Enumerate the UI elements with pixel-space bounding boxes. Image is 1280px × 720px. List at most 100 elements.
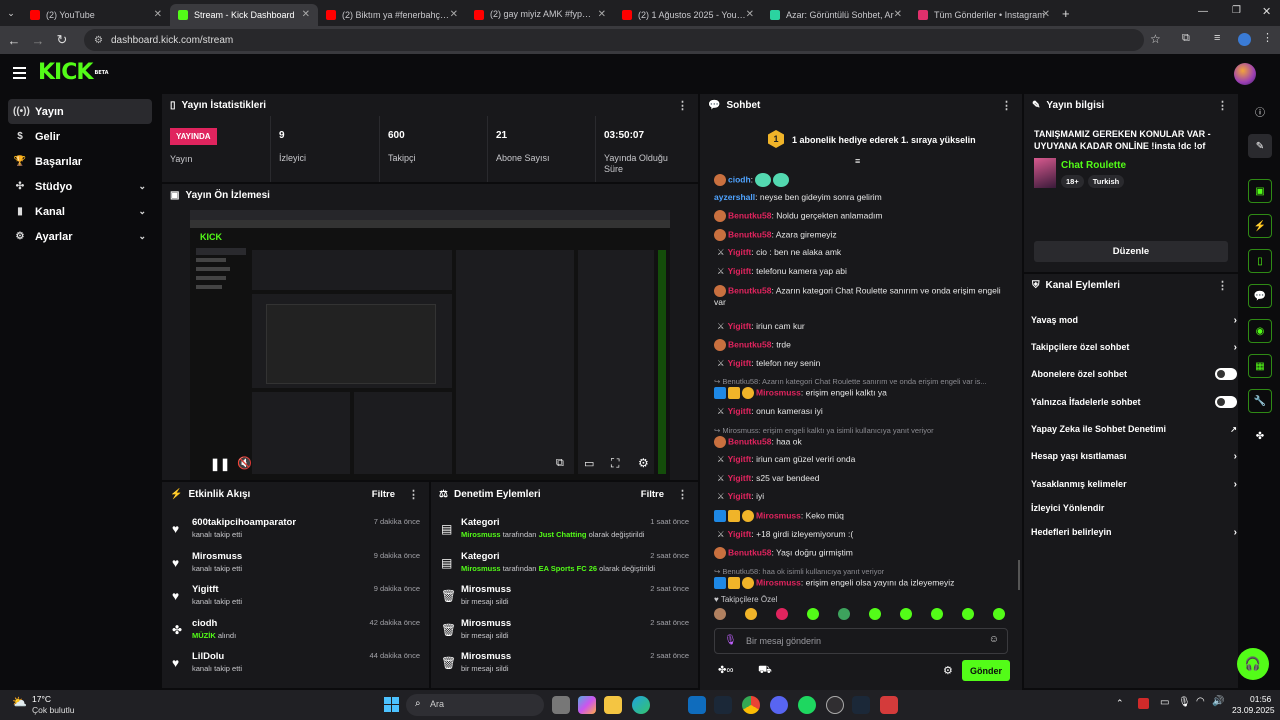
chat-username[interactable]: ayzershall bbox=[714, 192, 755, 202]
chevron-down-icon[interactable]: ⌄ bbox=[138, 206, 146, 217]
user-avatar[interactable] bbox=[1234, 63, 1256, 85]
taskbar-search[interactable]: ⌕ Ara bbox=[406, 694, 544, 716]
chevron-down-icon[interactable]: ⌄ bbox=[138, 181, 146, 192]
start-icon[interactable] bbox=[384, 697, 399, 712]
steam-icon-2[interactable] bbox=[852, 696, 870, 714]
edit-button[interactable]: Düzenle bbox=[1034, 241, 1228, 262]
edge-icon[interactable] bbox=[632, 696, 650, 714]
stream-info-menu-icon[interactable]: ⋮ bbox=[1217, 99, 1228, 112]
info-icon[interactable]: ⓘ bbox=[1248, 99, 1272, 123]
stats-menu-icon[interactable]: ⋮ bbox=[677, 99, 688, 112]
wifi-icon[interactable]: ◠ bbox=[1196, 696, 1205, 707]
tab-close-icon[interactable]: ✕ bbox=[1042, 9, 1050, 20]
channel-action-item[interactable]: İzleyici Yönlendir bbox=[1031, 500, 1231, 516]
chat-message[interactable]: ayzershall: neyse ben gideyim sonra geli… bbox=[714, 192, 1014, 203]
stats-rail-icon[interactable]: ▯ bbox=[1248, 249, 1272, 273]
chevron-right-icon[interactable]: › bbox=[1234, 451, 1237, 462]
weather-icon[interactable]: ⛅ bbox=[12, 695, 27, 709]
fullscreen-icon[interactable]: ⛶ bbox=[611, 456, 619, 471]
chevron-right-icon[interactable]: › bbox=[1234, 527, 1237, 538]
chat-username[interactable]: Yigitft bbox=[728, 454, 752, 464]
browser-tab[interactable]: (2) Biktım ya #fenerbahçe #derı✕ bbox=[318, 4, 466, 26]
stream-tag[interactable]: 18+ bbox=[1061, 175, 1084, 188]
browser-tab[interactable]: Tüm Gönderiler • Instagram ✕ bbox=[910, 4, 1058, 26]
chevron-right-icon[interactable]: › bbox=[1234, 479, 1237, 490]
chat-message[interactable]: ⚔ Yigitft: +18 girdi izleyemiyorum :( bbox=[714, 529, 1014, 540]
channel-action-item[interactable]: Hedefleri belirleyin › bbox=[1031, 524, 1237, 540]
chat-username[interactable]: Benutku58 bbox=[728, 210, 771, 220]
emote-icon[interactable] bbox=[900, 608, 912, 620]
chat-message[interactable]: ⚔ Yigitft: onun kamerası iyi bbox=[714, 406, 1014, 417]
moderation-item[interactable]: ▤ Kategori Mirosmuss tarafından EA Sports … bbox=[439, 551, 689, 581]
channel-action-item[interactable]: Abonelere özel sohbet bbox=[1031, 366, 1237, 382]
sidebar-item-0[interactable]: ((•)) Yayın bbox=[8, 99, 152, 124]
chrome-icon[interactable] bbox=[742, 696, 760, 714]
activity-item[interactable]: ♥ LilDolu kanalı takip etti 44 dakika önce bbox=[170, 651, 420, 681]
emote-icon[interactable] bbox=[807, 608, 819, 620]
url-field[interactable]: ⚙ dashboard.kick.com/stream bbox=[84, 29, 1144, 51]
network-icon[interactable]: ▭ bbox=[1160, 697, 1169, 708]
chat-message[interactable]: ciodh: bbox=[714, 173, 1014, 187]
chat-message[interactable]: Benutku58: Noldu gerçekten anlamadım bbox=[714, 210, 1014, 223]
chat-username[interactable]: Yigitft bbox=[728, 321, 752, 331]
chat-username[interactable]: Yigitft bbox=[728, 266, 752, 276]
media-icon[interactable]: ≡ bbox=[1214, 32, 1220, 44]
tab-close-icon[interactable]: ✕ bbox=[154, 9, 162, 20]
close-window-button[interactable]: ✕ bbox=[1262, 5, 1271, 18]
tab-close-icon[interactable]: ✕ bbox=[746, 9, 754, 20]
chat-settings-icon[interactable]: ⚙ bbox=[943, 664, 953, 677]
clock-time[interactable]: 01:56 bbox=[1250, 694, 1271, 704]
pip-icon[interactable]: ⧉ bbox=[556, 457, 564, 470]
mic-icon[interactable]: 🎙 bbox=[724, 635, 737, 646]
chat-username[interactable]: Yigitft bbox=[728, 406, 752, 416]
activity-item[interactable]: ♥ 600takipcihoamparator kanalı takip etti 7… bbox=[170, 517, 420, 547]
volume-icon[interactable]: 🔊 bbox=[1212, 696, 1224, 707]
moderation-filter-button[interactable]: Filtre bbox=[641, 489, 664, 500]
tab-close-icon[interactable]: ✕ bbox=[302, 9, 310, 20]
chat-username[interactable]: Mirosmuss bbox=[756, 510, 801, 520]
file-explorer-icon[interactable] bbox=[604, 696, 622, 714]
chat-username[interactable]: Benutku58 bbox=[728, 285, 771, 295]
channel-action-item[interactable]: Yavaş mod › bbox=[1031, 312, 1237, 328]
activity-filter-button[interactable]: Filtre bbox=[372, 489, 395, 500]
chat-username[interactable]: Yigitft bbox=[728, 491, 752, 501]
chat-message[interactable]: ⚔ Yigitft: iyi bbox=[714, 491, 1014, 502]
chat-scrollbar[interactable] bbox=[1018, 560, 1020, 590]
chat-message[interactable]: Benutku58: Azara giremeyiz bbox=[714, 228, 1014, 241]
browser-tab[interactable]: (2) 1 Ağustos 2025 - YouTube ✕ bbox=[614, 4, 762, 26]
sidebar-item-2[interactable]: 🏆 Başarılar bbox=[8, 149, 152, 174]
chat-message[interactable]: Mirosmuss: erişim engeli olsa yayını da … bbox=[714, 576, 1014, 589]
chat-rail-icon[interactable]: 💬 bbox=[1248, 284, 1272, 308]
chat-username[interactable]: Mirosmuss bbox=[756, 577, 801, 587]
bolt-rail-icon[interactable]: ⚡ bbox=[1248, 214, 1272, 238]
reload-icon[interactable]: ↻ bbox=[50, 32, 74, 48]
steam-icon[interactable] bbox=[714, 696, 732, 714]
emote-icon[interactable] bbox=[714, 608, 726, 620]
chat-message[interactable]: ⚔ Yigitft: cio : ben ne alaka amk bbox=[714, 247, 1014, 258]
clock-date[interactable]: 23.09.2025 bbox=[1232, 705, 1275, 715]
minimize-button[interactable]: — bbox=[1198, 6, 1208, 17]
toggle-switch[interactable] bbox=[1215, 396, 1237, 408]
sidebar-item-1[interactable]: $ Gelir bbox=[8, 124, 152, 149]
forward-icon[interactable]: → bbox=[26, 33, 50, 48]
extensions-icon[interactable]: ⧉ bbox=[1182, 32, 1190, 45]
toggle-switch[interactable] bbox=[1215, 368, 1237, 380]
new-tab-button[interactable]: + bbox=[1062, 6, 1070, 21]
browser-menu-icon[interactable]: ⋮ bbox=[1262, 31, 1273, 44]
hamburger-menu-icon[interactable] bbox=[13, 67, 26, 79]
moderation-item[interactable]: 🗑 Mirosmuss bir mesajı sildi 2 saat önce bbox=[439, 618, 689, 648]
emoji-icon[interactable]: ☺ bbox=[989, 634, 999, 645]
chat-message[interactable]: ⚔ Yigitft: iriun cam kur bbox=[714, 321, 1014, 332]
emote-icon[interactable] bbox=[993, 608, 1005, 620]
chat-message[interactable]: ⚔ Yigitft: telefon ney senin bbox=[714, 358, 1014, 369]
copilot-icon[interactable] bbox=[578, 696, 596, 714]
gift-shop-icon[interactable]: ⛟ bbox=[758, 664, 772, 678]
channel-actions-menu-icon[interactable]: ⋮ bbox=[1217, 279, 1228, 292]
camera-rail-icon[interactable]: ▣ bbox=[1248, 179, 1272, 203]
chat-message[interactable]: Benutku58: Azarın kategori Chat Roulette… bbox=[714, 284, 1014, 308]
chat-username[interactable]: Yigitft bbox=[728, 529, 752, 539]
external-link-icon[interactable]: ↗ bbox=[1230, 425, 1237, 434]
chevron-right-icon[interactable]: › bbox=[1234, 342, 1237, 353]
emote-icon[interactable] bbox=[745, 608, 757, 620]
mute-icon[interactable]: 🔇 bbox=[237, 456, 252, 470]
